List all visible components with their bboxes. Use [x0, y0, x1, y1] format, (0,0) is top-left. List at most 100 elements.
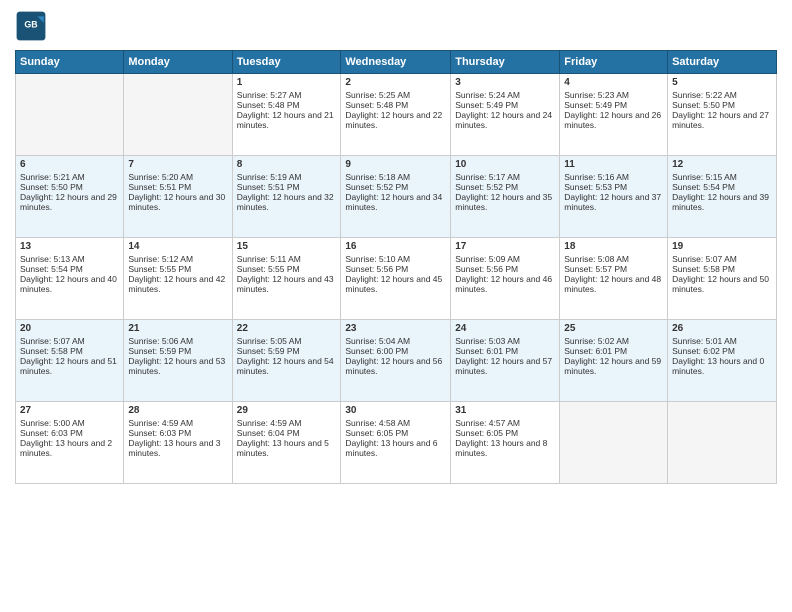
sunset-text: Sunset: 5:57 PM	[564, 264, 663, 274]
sunset-text: Sunset: 6:01 PM	[455, 346, 555, 356]
sunset-text: Sunset: 6:05 PM	[455, 428, 555, 438]
sunrise-text: Sunrise: 5:24 AM	[455, 90, 555, 100]
sunset-text: Sunset: 5:54 PM	[20, 264, 119, 274]
daylight-text: Daylight: 12 hours and 30 minutes.	[128, 192, 227, 212]
daylight-text: Daylight: 13 hours and 5 minutes.	[237, 438, 337, 458]
daylight-text: Daylight: 12 hours and 40 minutes.	[20, 274, 119, 294]
sunrise-text: Sunrise: 5:01 AM	[672, 336, 772, 346]
calendar-cell: 6 Sunrise: 5:21 AMSunset: 5:50 PMDaylight…	[16, 156, 124, 238]
header-day-monday: Monday	[124, 51, 232, 74]
sunset-text: Sunset: 6:03 PM	[128, 428, 227, 438]
sunrise-text: Sunrise: 5:08 AM	[564, 254, 663, 264]
sunset-text: Sunset: 6:01 PM	[564, 346, 663, 356]
week-row-3: 13Sunrise: 5:13 AMSunset: 5:54 PMDayligh…	[16, 238, 777, 320]
sunrise-text: Sunrise: 5:21 AM	[20, 172, 119, 182]
sunrise-text: Sunrise: 5:07 AM	[20, 336, 119, 346]
header-day-saturday: Saturday	[668, 51, 777, 74]
header-day-wednesday: Wednesday	[341, 51, 451, 74]
sunrise-text: Sunrise: 5:12 AM	[128, 254, 227, 264]
day-number: 21	[128, 323, 227, 334]
sunrise-text: Sunrise: 5:02 AM	[564, 336, 663, 346]
sunrise-text: Sunrise: 5:11 AM	[237, 254, 337, 264]
sunset-text: Sunset: 5:48 PM	[237, 100, 337, 110]
calendar-cell: 3Sunrise: 5:24 AMSunset: 5:49 PMDaylight…	[451, 74, 560, 156]
sunset-text: Sunset: 5:56 PM	[345, 264, 446, 274]
sunrise-text: Sunrise: 5:10 AM	[345, 254, 446, 264]
week-row-2: 6Sunrise: 5:21 AMSunset: 5:50 PMDaylight…	[16, 156, 777, 238]
daylight-text: Daylight: 12 hours and 42 minutes.	[128, 274, 227, 294]
daylight-text: Daylight: 12 hours and 37 minutes.	[564, 192, 663, 212]
day-number: 9	[345, 159, 446, 170]
calendar-cell: 5Sunrise: 5:22 AMSunset: 5:50 PMDaylight…	[668, 74, 777, 156]
calendar-cell	[668, 402, 777, 484]
calendar-cell: 4Sunrise: 5:23 AMSunset: 5:49 PMDaylight…	[560, 74, 668, 156]
day-number: 8	[237, 159, 337, 170]
sunrise-text: Sunrise: 4:57 AM	[455, 418, 555, 428]
sunset-text: Sunset: 6:03 PM	[20, 428, 119, 438]
calendar-cell: 17Sunrise: 5:09 AMSunset: 5:56 PMDayligh…	[451, 238, 560, 320]
day-number: 12	[672, 159, 772, 170]
day-number: 23	[345, 323, 446, 334]
day-number: 29	[237, 405, 337, 416]
week-row-5: 27Sunrise: 5:00 AMSunset: 6:03 PMDayligh…	[16, 402, 777, 484]
calendar-cell: 20Sunrise: 5:07 AMSunset: 5:58 PMDayligh…	[16, 320, 124, 402]
day-number: 24	[455, 323, 555, 334]
day-number: 26	[672, 323, 772, 334]
sunset-text: Sunset: 5:58 PM	[672, 264, 772, 274]
calendar-cell: 16Sunrise: 5:10 AMSunset: 5:56 PMDayligh…	[341, 238, 451, 320]
sunset-text: Sunset: 5:54 PM	[672, 182, 772, 192]
day-number: 30	[345, 405, 446, 416]
calendar-header: SundayMondayTuesdayWednesdayThursdayFrid…	[16, 51, 777, 74]
calendar-cell: 7Sunrise: 5:20 AMSunset: 5:51 PMDaylight…	[124, 156, 232, 238]
day-number: 16	[345, 241, 446, 252]
sunset-text: Sunset: 5:56 PM	[455, 264, 555, 274]
sunrise-text: Sunrise: 5:06 AM	[128, 336, 227, 346]
daylight-text: Daylight: 12 hours and 54 minutes.	[237, 356, 337, 376]
calendar-body: 1Sunrise: 5:27 AMSunset: 5:48 PMDaylight…	[16, 74, 777, 484]
daylight-text: Daylight: 12 hours and 21 minutes.	[237, 110, 337, 130]
sunset-text: Sunset: 5:51 PM	[128, 182, 227, 192]
daylight-text: Daylight: 13 hours and 2 minutes.	[20, 438, 119, 458]
day-number: 22	[237, 323, 337, 334]
daylight-text: Daylight: 12 hours and 26 minutes.	[564, 110, 663, 130]
calendar-cell: 24Sunrise: 5:03 AMSunset: 6:01 PMDayligh…	[451, 320, 560, 402]
calendar-cell: 21Sunrise: 5:06 AMSunset: 5:59 PMDayligh…	[124, 320, 232, 402]
sunset-text: Sunset: 6:02 PM	[672, 346, 772, 356]
sunrise-text: Sunrise: 5:07 AM	[672, 254, 772, 264]
daylight-text: Daylight: 12 hours and 27 minutes.	[672, 110, 772, 130]
calendar-container: GB SundayMondayTuesdayWednesdayThursdayF…	[0, 0, 792, 612]
sunset-text: Sunset: 5:50 PM	[20, 182, 119, 192]
day-number: 1	[237, 77, 337, 88]
sunrise-text: Sunrise: 5:17 AM	[455, 172, 555, 182]
calendar-cell: 18 Sunrise: 5:08 AMSunset: 5:57 PMDayligh…	[560, 238, 668, 320]
calendar-cell: 9Sunrise: 5:18 AMSunset: 5:52 PMDaylight…	[341, 156, 451, 238]
calendar-cell	[16, 74, 124, 156]
day-number: 28	[128, 405, 227, 416]
daylight-text: Daylight: 12 hours and 29 minutes.	[20, 192, 119, 212]
daylight-text: Daylight: 12 hours and 59 minutes.	[564, 356, 663, 376]
sunset-text: Sunset: 5:48 PM	[345, 100, 446, 110]
day-number: 2	[345, 77, 446, 88]
daylight-text: Daylight: 12 hours and 48 minutes.	[564, 274, 663, 294]
calendar-cell: 25Sunrise: 5:02 AMSunset: 6:01 PMDayligh…	[560, 320, 668, 402]
sunrise-text: Sunrise: 5:09 AM	[455, 254, 555, 264]
sunrise-text: Sunrise: 4:59 AM	[128, 418, 227, 428]
calendar-cell: 12Sunrise: 5:15 AMSunset: 5:54 PMDayligh…	[668, 156, 777, 238]
sunset-text: Sunset: 5:59 PM	[237, 346, 337, 356]
calendar-cell: 22 Sunrise: 5:05 AMSunset: 5:59 PMDayligh…	[232, 320, 341, 402]
header-day-thursday: Thursday	[451, 51, 560, 74]
sunrise-text: Sunrise: 5:13 AM	[20, 254, 119, 264]
sunset-text: Sunset: 5:55 PM	[128, 264, 227, 274]
calendar-cell: 26Sunrise: 5:01 AMSunset: 6:02 PMDayligh…	[668, 320, 777, 402]
calendar-cell	[124, 74, 232, 156]
sunrise-text: Sunrise: 5:05 AM	[237, 336, 337, 346]
header-day-friday: Friday	[560, 51, 668, 74]
sunrise-text: Sunrise: 5:03 AM	[455, 336, 555, 346]
daylight-text: Daylight: 12 hours and 50 minutes.	[672, 274, 772, 294]
day-number: 18	[564, 241, 663, 252]
logo-icon: GB	[15, 10, 47, 42]
sunset-text: Sunset: 5:52 PM	[455, 182, 555, 192]
daylight-text: Daylight: 12 hours and 53 minutes.	[128, 356, 227, 376]
calendar-table: SundayMondayTuesdayWednesdayThursdayFrid…	[15, 50, 777, 484]
day-number: 6	[20, 159, 119, 170]
